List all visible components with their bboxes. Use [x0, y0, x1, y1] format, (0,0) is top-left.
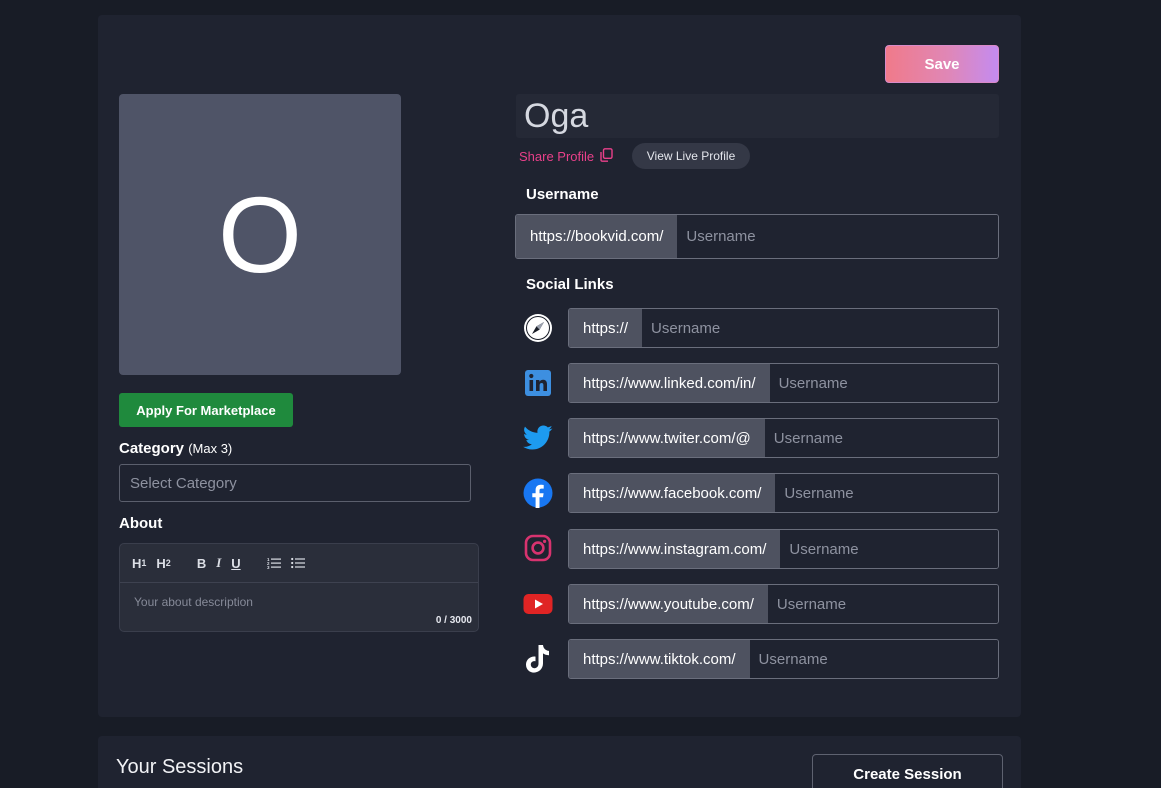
- view-live-profile-button[interactable]: View Live Profile: [632, 143, 750, 169]
- avatar-initial: O: [217, 173, 302, 295]
- sessions-card: Your Sessions Create Session: [98, 736, 1021, 788]
- bullet-list-icon[interactable]: [290, 553, 305, 573]
- heading2-button[interactable]: H2: [156, 553, 170, 573]
- social-input[interactable]: Username: [767, 585, 998, 623]
- username-label: Username: [526, 186, 599, 203]
- linkedin-icon: [522, 367, 554, 399]
- social-link-twitter[interactable]: https://www.twiter.com/@ Username: [568, 418, 999, 458]
- username-field[interactable]: https://bookvid.com/ Username: [515, 214, 999, 259]
- social-link-website[interactable]: https:// Username: [568, 308, 999, 348]
- bold-button[interactable]: B: [197, 553, 206, 573]
- safari-icon: [522, 312, 554, 344]
- ordered-list-icon[interactable]: 123: [267, 553, 281, 573]
- social-input[interactable]: Username: [749, 640, 998, 678]
- social-prefix: https://www.twiter.com/@: [569, 419, 765, 457]
- social-input[interactable]: Username: [642, 309, 998, 347]
- social-prefix: https://www.facebook.com/: [569, 474, 776, 512]
- copy-icon: [600, 148, 613, 165]
- share-profile-link[interactable]: Share Profile: [519, 148, 613, 165]
- category-hint: (Max 3): [188, 441, 233, 456]
- char-counter: 0 / 3000: [435, 615, 472, 626]
- heading1-button[interactable]: H1: [132, 553, 146, 573]
- social-link-facebook[interactable]: https://www.facebook.com/ Username: [568, 473, 999, 513]
- social-link-youtube[interactable]: https://www.youtube.com/ Username: [568, 584, 999, 624]
- youtube-icon: [522, 588, 554, 620]
- social-links-label: Social Links: [526, 276, 614, 293]
- editor-toolbar: H1 H2 B I U 123: [120, 544, 478, 583]
- about-editor[interactable]: H1 H2 B I U 123 Your about description 0…: [119, 543, 479, 632]
- share-profile-label: Share Profile: [519, 149, 595, 164]
- about-textarea[interactable]: Your about description: [120, 583, 478, 621]
- avatar[interactable]: O: [119, 94, 401, 375]
- username-prefix: https://bookvid.com/: [516, 215, 678, 258]
- social-link-instagram[interactable]: https://www.instagram.com/ Username: [568, 529, 999, 569]
- category-select[interactable]: Select Category: [119, 464, 471, 502]
- social-input[interactable]: Username: [775, 474, 998, 512]
- italic-button[interactable]: I: [216, 553, 221, 573]
- apply-marketplace-button[interactable]: Apply For Marketplace: [119, 393, 293, 427]
- social-input[interactable]: Username: [780, 530, 998, 568]
- social-prefix: https://www.youtube.com/: [569, 585, 768, 623]
- category-placeholder: Select Category: [130, 474, 237, 492]
- create-session-button[interactable]: Create Session: [812, 754, 1003, 788]
- category-label: Category (Max 3): [119, 440, 232, 457]
- underline-button[interactable]: U: [231, 553, 240, 573]
- social-prefix: https://: [569, 309, 643, 347]
- social-prefix: https://www.instagram.com/: [569, 530, 781, 568]
- sessions-title: Your Sessions: [116, 756, 244, 778]
- social-prefix: https://www.linked.com/in/: [569, 364, 770, 402]
- social-link-tiktok[interactable]: https://www.tiktok.com/ Username: [568, 639, 999, 679]
- about-label: About: [119, 515, 163, 532]
- profile-card: Save O Apply For Marketplace Category (M…: [98, 15, 1021, 717]
- tiktok-icon: [522, 643, 554, 675]
- instagram-icon: [522, 532, 554, 564]
- category-label-text: Category: [119, 440, 185, 457]
- social-input[interactable]: Username: [769, 364, 998, 402]
- social-prefix: https://www.tiktok.com/: [569, 640, 750, 678]
- social-input[interactable]: Username: [764, 419, 998, 457]
- profile-name-input[interactable]: Oga: [516, 94, 999, 138]
- svg-text:3: 3: [267, 565, 270, 569]
- username-input[interactable]: Username: [677, 215, 998, 258]
- facebook-icon: [522, 477, 554, 509]
- twitter-icon: [522, 422, 554, 454]
- social-link-linkedin[interactable]: https://www.linked.com/in/ Username: [568, 363, 999, 403]
- save-button[interactable]: Save: [885, 45, 999, 83]
